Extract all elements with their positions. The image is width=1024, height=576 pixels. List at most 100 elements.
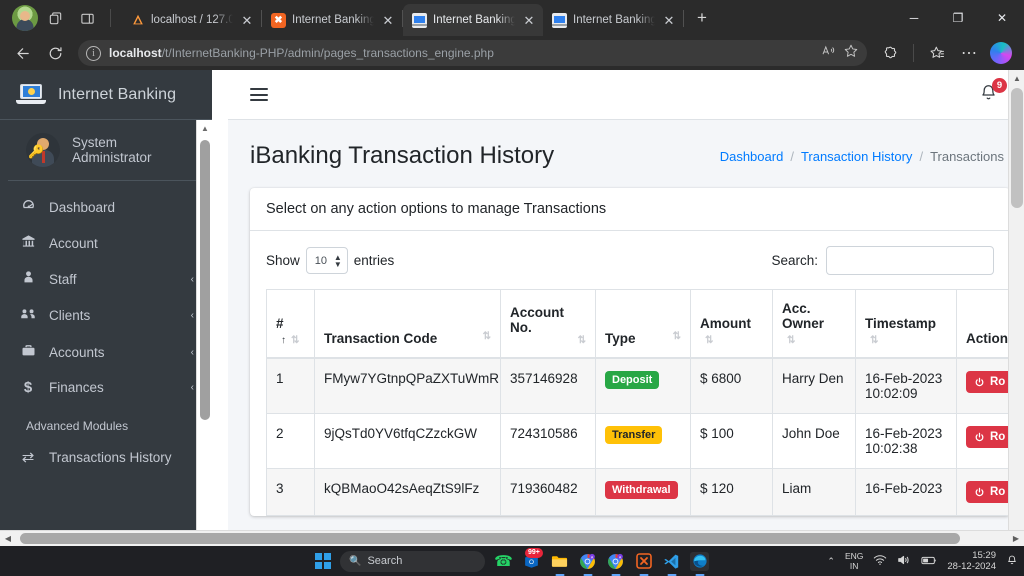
table-head: #↑ ⇅ Transaction Code ⇅ Account No. ⇅ Type ⇅… xyxy=(266,289,1010,359)
breadcrumb-item-dashboard[interactable]: Dashboard xyxy=(720,149,784,164)
show-label: Show xyxy=(266,253,300,268)
chrome-icon[interactable]: A xyxy=(578,552,597,571)
sidebar-item-dashboard[interactable]: Dashboard xyxy=(8,189,204,225)
status-badge: Withdrawal xyxy=(605,481,678,500)
vscode-icon[interactable] xyxy=(662,552,681,571)
volume-icon[interactable] xyxy=(897,554,911,568)
sidebar-nav: Dashboard Account Staff ‹ Clients ‹ Acco… xyxy=(0,181,212,475)
scrollbar-thumb[interactable] xyxy=(1011,88,1023,208)
column-header-transaction-code[interactable]: Transaction Code ⇅ xyxy=(314,289,501,359)
edge-icon[interactable] xyxy=(690,551,709,571)
address-bar[interactable]: i localhost/t/InternetBanking-PHP/admin/… xyxy=(78,40,867,66)
search-input[interactable] xyxy=(826,246,994,275)
collections-icon[interactable] xyxy=(922,39,952,67)
sidebar-item-staff[interactable]: Staff ‹ xyxy=(8,261,204,297)
sidebar-user-panel[interactable]: 🔑 System Administrator xyxy=(8,120,204,181)
outlook-icon[interactable]: O 99+ xyxy=(522,547,543,571)
table-row[interactable]: 2 9jQsTd0YV6tfqCZzckGW 724310586 Transfe… xyxy=(266,413,1010,469)
close-window-button[interactable]: ✕ xyxy=(980,1,1024,35)
read-aloud-icon[interactable] xyxy=(821,43,837,64)
column-header-acc-owner[interactable]: Acc. Owner⇅ xyxy=(772,289,856,359)
column-header-timestamp[interactable]: Timestamp⇅ xyxy=(855,289,957,359)
tray-overflow-icon[interactable]: ⌃ xyxy=(827,556,835,567)
top-navbar: 9 xyxy=(228,70,1024,120)
rollback-button[interactable]: Ro xyxy=(966,481,1010,503)
avatar[interactable] xyxy=(12,5,38,31)
sidebar-item-label: Clients xyxy=(49,308,91,323)
sidebar-item-accounts[interactable]: Accounts ‹ xyxy=(8,334,204,370)
page-vertical-scrollbar[interactable]: ▲ ▼ xyxy=(1008,70,1024,546)
browser-essentials-icon[interactable] xyxy=(875,39,905,67)
sidebar-item-finances[interactable]: $ Finances ‹ xyxy=(8,370,204,405)
new-tab-button[interactable]: + xyxy=(688,4,716,32)
main-content: 9 iBanking Transaction History Dashboard… xyxy=(228,70,1024,546)
reload-button[interactable] xyxy=(40,39,70,67)
notification-bell-icon[interactable] xyxy=(1006,554,1018,569)
page-viewport: Internet Banking 🔑 System Administrator … xyxy=(0,70,1024,546)
table-row[interactable]: 3 kQBMaoO42sAeqZtS9lFz 719360482 Withdra… xyxy=(266,468,1010,516)
column-header-amount[interactable]: Amount⇅ xyxy=(690,289,773,359)
rollback-button[interactable]: Ro xyxy=(966,426,1010,448)
breadcrumb-item-transaction-history[interactable]: Transaction History xyxy=(801,149,913,164)
scrollbar-thumb[interactable] xyxy=(200,140,210,420)
column-header-number[interactable]: #↑ ⇅ xyxy=(266,289,315,359)
maximize-button[interactable]: ❐ xyxy=(936,1,980,35)
column-header-account-no[interactable]: Account No. ⇅ xyxy=(500,289,596,359)
language-indicator[interactable]: ENG IN xyxy=(845,551,863,571)
taskbar-search[interactable]: 🔍 Search xyxy=(340,550,485,572)
table-row[interactable]: 1 FMyw7YGtnpQPaZXTuWmR 357146928 Deposit… xyxy=(266,358,1010,414)
copilot-icon[interactable] xyxy=(986,39,1016,67)
clock[interactable]: 15:29 28-12-2024 xyxy=(947,550,996,572)
close-icon[interactable]: ✕ xyxy=(521,12,537,28)
language-secondary: IN xyxy=(849,561,859,571)
xampp-icon[interactable] xyxy=(634,552,653,571)
close-icon[interactable]: ✕ xyxy=(239,12,255,28)
sidebar-brand[interactable]: Internet Banking xyxy=(0,70,212,120)
chrome-canary-icon[interactable]: A xyxy=(606,552,625,571)
scroll-up-icon[interactable]: ▲ xyxy=(197,120,212,136)
browser-tab-2[interactable]: Internet Banking - Finan ✕ xyxy=(403,4,543,36)
scrollbar-thumb[interactable] xyxy=(20,533,960,544)
scroll-right-icon[interactable]: ▶ xyxy=(1008,531,1024,546)
sidebar-item-label: Dashboard xyxy=(49,199,116,215)
back-button[interactable] xyxy=(8,39,38,67)
split-screen-icon[interactable] xyxy=(72,3,102,33)
close-icon[interactable]: ✕ xyxy=(661,12,677,28)
settings-more-icon[interactable]: ⋯ xyxy=(954,39,984,67)
close-icon[interactable]: ✕ xyxy=(380,12,396,28)
notifications-button[interactable]: 9 xyxy=(978,77,1007,107)
hamburger-icon[interactable] xyxy=(250,88,268,101)
outlook-badge: 99+ xyxy=(525,547,543,558)
column-header-action[interactable]: Action xyxy=(956,289,1010,359)
tab-actions-icon[interactable] xyxy=(40,3,70,33)
chrome-left-icons xyxy=(4,0,121,36)
search-icon: 🔍 xyxy=(349,555,362,567)
site-info-icon[interactable]: i xyxy=(86,45,101,61)
scroll-left-icon[interactable]: ◀ xyxy=(0,531,16,546)
window-controls: ─ ❐ ✕ xyxy=(892,0,1024,36)
browser-tab-0[interactable]: localhost / 127.0.0.1 / int ✕ xyxy=(121,4,261,36)
sort-icon: ⇅ xyxy=(870,335,879,346)
battery-icon[interactable] xyxy=(921,555,937,568)
column-header-type[interactable]: Type ⇅ xyxy=(595,289,691,359)
page-horizontal-scrollbar[interactable]: ◀ ▶ xyxy=(0,530,1024,546)
whatsapp-icon[interactable]: ☎ xyxy=(494,552,513,571)
scroll-up-icon[interactable]: ▲ xyxy=(1009,70,1024,86)
cell-amount: $ 6800 xyxy=(690,358,773,414)
browser-tab-1[interactable]: ✖ Internet Banking - Finan ✕ xyxy=(262,4,402,36)
entries-select[interactable]: 10 ▲ ▼ xyxy=(305,247,348,274)
browser-tab-3[interactable]: Internet Banking - Finan ✕ xyxy=(543,4,683,36)
file-explorer-icon[interactable] xyxy=(550,552,569,571)
sidebar-item-clients[interactable]: Clients ‹ xyxy=(8,297,204,334)
divider xyxy=(913,44,914,62)
screen: localhost / 127.0.0.1 / int ✕ ✖ Internet… xyxy=(0,0,1024,576)
minimize-button[interactable]: ─ xyxy=(892,1,936,35)
sidebar-item-transactions-history[interactable]: ⇄ Transactions History xyxy=(8,439,204,475)
sidebar-item-account[interactable]: Account xyxy=(8,225,204,261)
wifi-icon[interactable] xyxy=(873,554,887,568)
sidebar-scrollbar[interactable]: ▲ ▼ xyxy=(196,120,212,546)
windows-start-icon[interactable] xyxy=(315,553,331,569)
rollback-button[interactable]: Ro xyxy=(966,371,1010,393)
phpmyadmin-icon xyxy=(130,13,145,28)
favorite-icon[interactable] xyxy=(843,43,859,64)
